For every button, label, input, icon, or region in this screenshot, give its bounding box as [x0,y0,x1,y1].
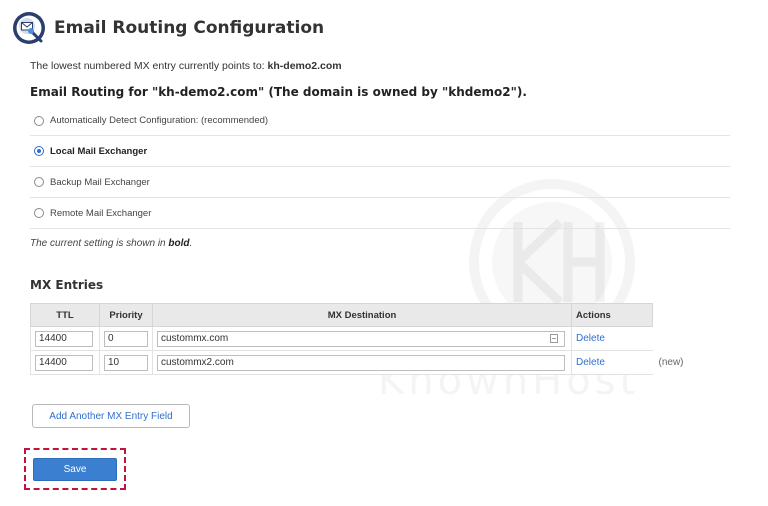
routing-heading: Email Routing for "kh-demo2.com" (The do… [30,85,527,99]
delete-link[interactable]: Delete [576,357,605,368]
note-bold: bold [168,238,190,249]
save-button[interactable]: Save [33,458,117,481]
ttl-input[interactable]: 14400 [35,330,93,347]
actions-cell: Delete [571,350,653,375]
radio-backup-mail-exchanger[interactable] [34,177,44,187]
option-backup-mail-exchanger[interactable]: Backup Mail Exchanger [30,167,730,198]
priority-input[interactable]: 0 [104,330,148,347]
option-auto-detect[interactable]: Automatically Detect Configuration: (rec… [30,106,730,136]
destination-cell: custommx.com [152,326,572,351]
option-label: Remote Mail Exchanger [50,207,152,219]
ttl-cell: 14400 [30,326,100,351]
column-actions: Actions [571,303,653,327]
actions-cell: Delete [571,326,653,351]
radio-auto-detect[interactable] [34,115,44,126]
column-mx-destination: MX Destination [152,303,572,327]
option-local-mail-exchanger[interactable]: Local Mail Exchanger [30,136,730,167]
column-ttl: TTL [30,303,100,327]
table-header-row: TTL Priority MX Destination Actions [30,303,688,327]
note-prefix: The current setting is shown in [30,238,166,249]
email-routing-icon [12,11,46,45]
routing-options: Automatically Detect Configuration: (rec… [30,106,730,229]
row-status-new: (new) [652,350,688,375]
option-label: Backup Mail Exchanger [50,176,150,188]
mx-pointer-label: The lowest numbered MX entry currently p… [30,60,265,72]
mx-entries-heading: MX Entries [30,278,104,292]
option-label: Local Mail Exchanger [50,145,148,157]
table-row: 14400 0 custommx.com Delete [30,326,688,351]
mx-pointer-domain: kh-demo2.com [267,60,342,72]
radio-remote-mail-exchanger[interactable] [34,208,44,218]
note-suffix: . [189,238,193,249]
mx-destination-value: custommx.com [161,332,229,344]
option-label: Automatically Detect Configuration: (rec… [50,115,269,126]
column-priority: Priority [99,303,153,327]
current-setting-note: The current setting is shown in bold. [30,238,192,249]
autofill-icon[interactable] [550,333,558,343]
option-remote-mail-exchanger[interactable]: Remote Mail Exchanger [30,198,730,229]
mx-destination-input[interactable]: custommx2.com [157,354,565,371]
mx-destination-value: custommx2.com [161,356,234,368]
column-spacer [653,304,688,327]
page-header: Email Routing Configuration [12,10,324,46]
row-status [652,326,688,351]
mx-destination-input[interactable]: custommx.com [157,330,565,347]
destination-cell: custommx2.com [152,350,572,375]
radio-local-mail-exchanger[interactable] [34,146,44,156]
mx-pointer-text: The lowest numbered MX entry currently p… [30,60,342,72]
delete-link[interactable]: Delete [576,333,605,344]
priority-cell: 0 [99,326,153,351]
add-mx-entry-button[interactable]: Add Another MX Entry Field [32,404,190,428]
ttl-cell: 14400 [30,350,100,375]
priority-input[interactable]: 10 [104,354,148,371]
page-title: Email Routing Configuration [54,18,325,38]
priority-cell: 10 [99,350,153,375]
table-row: 14400 10 custommx2.com Delete (new) [30,350,688,375]
mx-entries-table: TTL Priority MX Destination Actions 1440… [30,303,688,375]
ttl-input[interactable]: 14400 [35,354,93,371]
